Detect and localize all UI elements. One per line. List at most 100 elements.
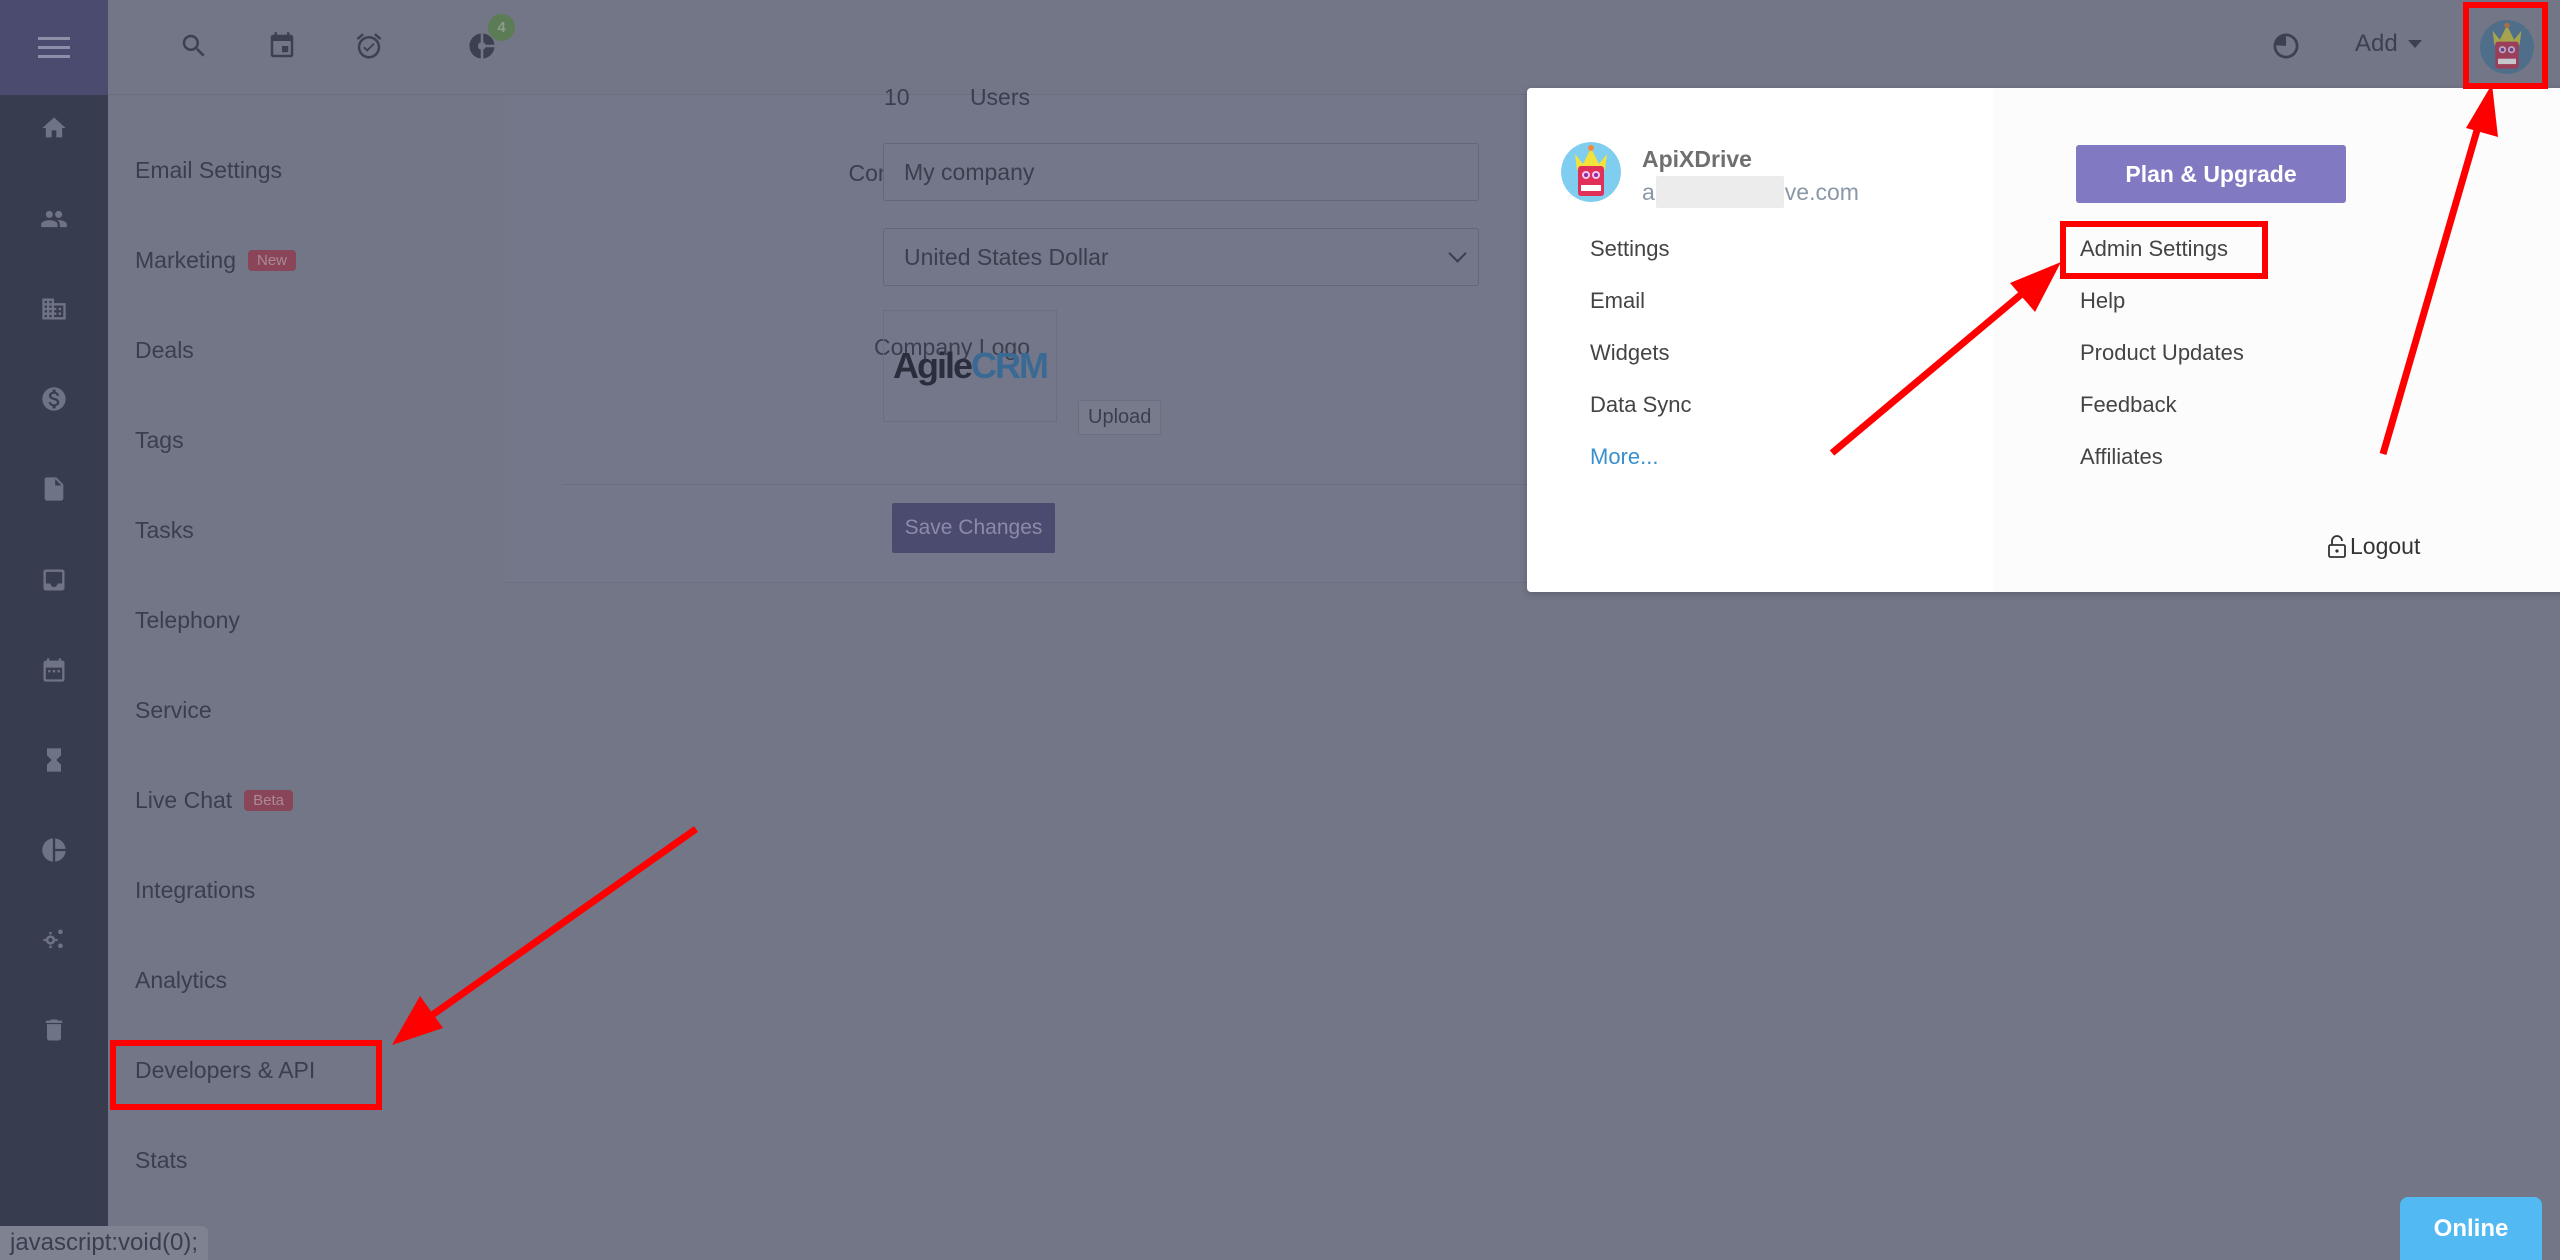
nav-label: Tasks bbox=[135, 517, 194, 543]
menu-email[interactable]: Email bbox=[1590, 288, 1645, 314]
document-icon bbox=[44, 477, 64, 501]
email-prefix: a bbox=[1642, 178, 1655, 205]
search-button[interactable] bbox=[176, 28, 212, 64]
unlock-icon bbox=[2328, 534, 2346, 558]
nav-marketing[interactable]: Marketing New bbox=[135, 247, 296, 274]
currency-value: United States Dollar bbox=[904, 243, 1109, 270]
logout-button[interactable]: Logout bbox=[2327, 533, 2420, 560]
online-chat-button[interactable]: Online bbox=[2400, 1197, 2542, 1260]
nav-label: Stats bbox=[135, 1147, 188, 1173]
account-email: a ve.com bbox=[1642, 176, 1859, 208]
rail-home[interactable] bbox=[0, 108, 108, 148]
tasks-button[interactable] bbox=[351, 28, 387, 64]
logout-label: Logout bbox=[2350, 533, 2421, 559]
settings-nav: Email Settings Marketing New Deals Tags T… bbox=[108, 95, 505, 1260]
chevron-down-icon bbox=[1448, 244, 1467, 263]
calendar-icon bbox=[43, 658, 65, 682]
nav-tasks[interactable]: Tasks bbox=[135, 517, 194, 544]
user-avatar-button[interactable] bbox=[2480, 20, 2534, 74]
alarm-check-icon bbox=[356, 33, 382, 59]
nav-label: Service bbox=[135, 697, 212, 723]
calendar-button[interactable] bbox=[264, 28, 300, 64]
account-dropdown-menu: ApiXDrive a ve.com Settings Email Widgets… bbox=[1527, 88, 2560, 592]
account-name: ApiXDrive bbox=[1642, 146, 1752, 172]
contrast-icon bbox=[2273, 33, 2299, 59]
avatar-robot-icon bbox=[2480, 20, 2534, 74]
inbox-icon bbox=[43, 569, 65, 591]
hamburger-icon bbox=[38, 34, 70, 61]
home-icon bbox=[42, 117, 66, 138]
menu-help[interactable]: Help bbox=[2080, 288, 2125, 314]
nav-label: Deals bbox=[135, 337, 194, 363]
save-changes-button[interactable]: Save Changes bbox=[892, 503, 1055, 553]
trash-icon bbox=[45, 1019, 63, 1041]
menu-data-sync[interactable]: Data Sync bbox=[1590, 392, 1692, 418]
nav-email-settings[interactable]: Email Settings bbox=[135, 157, 282, 184]
calendar-event-icon bbox=[270, 32, 294, 58]
rail-companies[interactable] bbox=[0, 289, 108, 329]
currency-select[interactable]: United States Dollar bbox=[883, 228, 1479, 286]
nav-label: Developers & API bbox=[135, 1057, 316, 1083]
menu-admin-settings[interactable]: Admin Settings bbox=[2080, 236, 2228, 262]
rail-calendar[interactable] bbox=[0, 650, 108, 690]
email-suffix: ve.com bbox=[1784, 178, 1859, 205]
menu-toggle-button[interactable] bbox=[0, 0, 108, 95]
nav-label: Integrations bbox=[135, 877, 256, 903]
logo-text-agile: Agile bbox=[893, 345, 973, 386]
dropdown-avatar bbox=[1561, 142, 1621, 202]
add-dropdown-button[interactable]: Add bbox=[2355, 30, 2422, 58]
nav-stats[interactable]: Stats bbox=[135, 1147, 187, 1174]
rail-trash[interactable] bbox=[0, 1010, 108, 1050]
plan-upgrade-button[interactable]: Plan & Upgrade bbox=[2076, 145, 2346, 203]
avatar-robot-icon bbox=[1561, 142, 1621, 202]
rail-deals[interactable] bbox=[0, 379, 108, 419]
users-label: Users bbox=[969, 84, 1030, 110]
add-label: Add bbox=[2355, 30, 2398, 57]
theme-toggle-button[interactable] bbox=[2268, 28, 2304, 64]
rail-activities[interactable] bbox=[0, 740, 108, 780]
menu-affiliates[interactable]: Affiliates bbox=[2080, 444, 2163, 470]
caret-down-icon bbox=[2407, 40, 2422, 48]
building-icon bbox=[42, 298, 66, 320]
nav-analytics[interactable]: Analytics bbox=[135, 967, 227, 994]
nav-tags[interactable]: Tags bbox=[135, 427, 184, 454]
menu-widgets[interactable]: Widgets bbox=[1590, 340, 1669, 366]
rail-reports[interactable] bbox=[0, 830, 108, 870]
nav-service[interactable]: Service bbox=[135, 697, 212, 724]
rail-settings[interactable] bbox=[0, 920, 108, 960]
menu-feedback[interactable]: Feedback bbox=[2080, 392, 2177, 418]
company-name-input[interactable]: My company bbox=[883, 143, 1479, 201]
nav-label: Live Chat bbox=[135, 787, 233, 813]
beta-badge: Beta bbox=[244, 790, 294, 811]
gears-icon bbox=[43, 929, 63, 949]
menu-product-updates[interactable]: Product Updates bbox=[2080, 340, 2244, 366]
menu-more-link[interactable]: More... bbox=[1590, 444, 1658, 470]
form-divider bbox=[562, 484, 1532, 485]
nav-label: Analytics bbox=[135, 967, 228, 993]
users-value: 10 bbox=[884, 84, 910, 110]
nav-integrations[interactable]: Integrations bbox=[135, 877, 255, 904]
rail-documents[interactable] bbox=[0, 469, 108, 509]
icon-rail bbox=[0, 0, 108, 1260]
nav-label: Tags bbox=[135, 427, 184, 453]
browser-status-bar: javascript:void(0); bbox=[0, 1226, 209, 1260]
nav-deals[interactable]: Deals bbox=[135, 337, 194, 364]
nav-live-chat[interactable]: Live Chat Beta bbox=[135, 787, 294, 814]
pie-chart-icon bbox=[42, 838, 66, 862]
rail-inbox[interactable] bbox=[0, 560, 108, 600]
rail-contacts[interactable] bbox=[0, 199, 108, 239]
dollar-circle-icon bbox=[42, 387, 66, 411]
search-icon bbox=[182, 34, 205, 57]
people-icon bbox=[41, 210, 67, 228]
new-badge: New bbox=[247, 250, 296, 271]
nav-telephony[interactable]: Telephony bbox=[135, 607, 240, 634]
agilecrm-logo: AgileCRM bbox=[893, 345, 1049, 387]
company-logo-image: AgileCRM bbox=[883, 310, 1057, 422]
nav-developers-api[interactable]: Developers & API bbox=[135, 1057, 315, 1084]
upload-logo-button[interactable]: Upload bbox=[1078, 400, 1162, 435]
email-redaction bbox=[1655, 176, 1784, 208]
menu-settings[interactable]: Settings bbox=[1590, 236, 1670, 262]
logo-text-crm: CRM bbox=[971, 345, 1049, 386]
nav-label: Marketing bbox=[135, 247, 236, 273]
notification-count-badge: 4 bbox=[488, 14, 515, 41]
